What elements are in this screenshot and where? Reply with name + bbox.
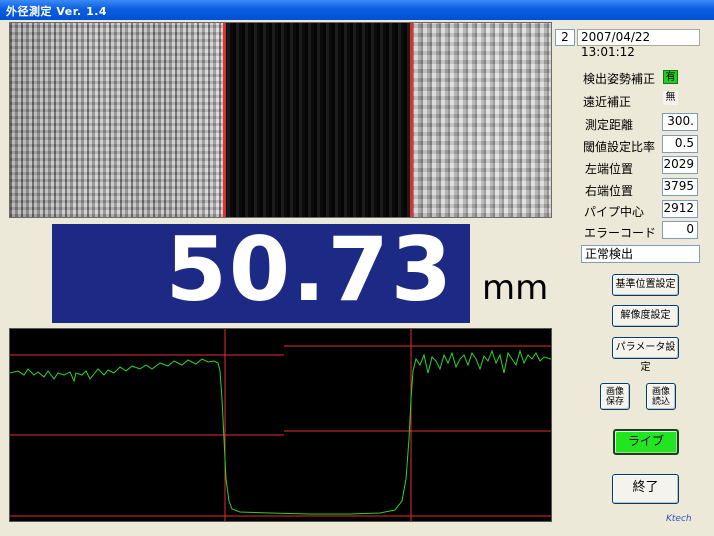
datetime-field: 2007/04/22 13:01:12 <box>577 29 700 59</box>
load-image-button[interactable]: 画像 読込 <box>646 383 676 410</box>
title-bar: 外径測定 Ver. 1.4 <box>0 0 714 20</box>
measure-distance-field[interactable]: 300. <box>662 113 698 131</box>
left-edge-label: 左端位置 <box>585 162 634 176</box>
left-edge-marker <box>223 23 226 217</box>
measurement-display: 50.73 <box>52 218 470 323</box>
threshold-ratio-label: 閾値設定比率 <box>583 140 656 154</box>
window-title: 外径測定 Ver. 1.4 <box>6 5 108 18</box>
right-edge-field: 3795 <box>662 178 698 196</box>
error-code-field: 0 <box>662 221 698 239</box>
error-code-label: エラーコード <box>584 226 657 240</box>
camera-background-right <box>412 23 551 217</box>
left-edge-field: 2029 <box>662 156 698 174</box>
threshold-ratio-field[interactable]: 0.5 <box>662 135 698 153</box>
posture-correction-indicator: 有 <box>663 70 678 84</box>
measurement-value: 50.73 <box>165 218 454 321</box>
profile-curve <box>9 349 552 515</box>
right-edge-label: 右端位置 <box>585 184 634 198</box>
save-image-button[interactable]: 画像 保存 <box>600 383 630 410</box>
profile-svg <box>9 329 552 521</box>
exit-button[interactable]: 終了 <box>612 474 679 504</box>
intensity-profile-plot <box>9 328 552 522</box>
status-field: 正常検出 <box>581 245 700 263</box>
perspective-correction-indicator: 無 <box>663 91 678 105</box>
posture-correction-label: 検出姿勢補正 <box>583 72 656 86</box>
camera-pipe-shadow <box>224 23 412 217</box>
measure-distance-label: 測定距離 <box>585 118 634 132</box>
camera-image <box>9 22 552 218</box>
right-edge-marker <box>410 23 413 217</box>
resolution-button[interactable]: 解像度設定 <box>612 305 679 327</box>
live-button[interactable]: ライブ <box>613 429 679 455</box>
counter-field: 2 <box>555 29 575 46</box>
brand-logo: Ktech <box>666 514 692 524</box>
reference-position-button[interactable]: 基準位置設定 <box>612 274 679 296</box>
pipe-center-field: 2912 <box>662 200 698 218</box>
measurement-unit: mm <box>482 268 549 308</box>
pipe-center-label: パイプ中心 <box>584 205 645 219</box>
camera-background-left <box>10 23 224 217</box>
perspective-correction-label: 遠近補正 <box>583 95 632 109</box>
parameters-button[interactable]: パラメータ設定 <box>612 337 679 373</box>
